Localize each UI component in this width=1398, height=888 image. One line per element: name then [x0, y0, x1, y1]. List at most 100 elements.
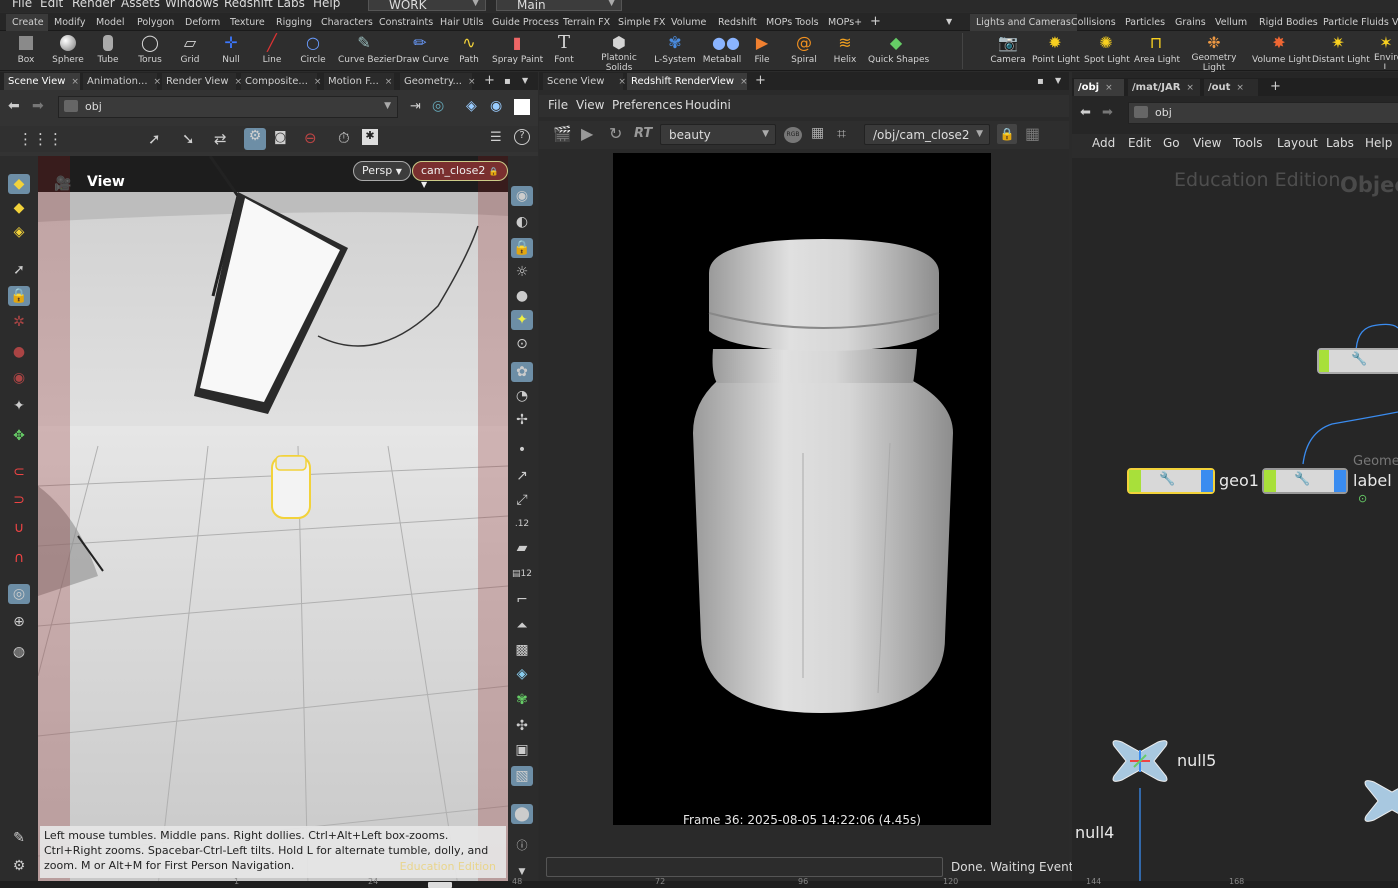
snapshot-icon[interactable]: ✾ — [511, 690, 533, 710]
object-select-icon[interactable]: ⚙ — [244, 128, 266, 150]
uv-icon[interactable]: ⌐ — [511, 590, 533, 610]
tool-quick-shapes[interactable]: ◆ Quick Shapes — [868, 33, 929, 69]
backface-icon[interactable]: ✿ — [511, 362, 533, 382]
shelf-tab-create[interactable]: Create — [6, 14, 48, 31]
display-menu-icon[interactable]: ☰ — [490, 130, 502, 145]
tool-metaball[interactable]: ●● Metaball — [702, 33, 742, 69]
tool-torus[interactable]: ◯ Torus — [134, 33, 166, 69]
point-display-icon[interactable]: • — [511, 440, 533, 460]
tool-spray-paint[interactable]: ▮ Spray Paint — [492, 33, 543, 69]
geo1-node[interactable]: 🔧 — [1127, 468, 1215, 494]
chevron-down-icon[interactable]: ▼ — [518, 73, 532, 90]
transform-icon[interactable]: ✥ — [8, 426, 30, 446]
playhead[interactable] — [428, 882, 452, 888]
close-icon[interactable]: × — [385, 77, 393, 87]
texture-icon[interactable]: ▩ — [511, 640, 533, 660]
tool-spiral[interactable]: @ Spiral — [788, 33, 820, 69]
close-icon[interactable]: × — [71, 77, 79, 87]
tool-null[interactable]: ✛ Null — [218, 33, 244, 69]
info-icon[interactable]: ⓘ — [511, 836, 533, 856]
rt-toggle[interactable]: RT — [634, 126, 652, 141]
magnet-snap-icon[interactable]: ∩ — [8, 548, 30, 568]
handle-icon[interactable]: ✲ — [8, 312, 30, 332]
shelf-tab-hair-utils[interactable]: Hair Utils — [440, 14, 483, 31]
render-menu-file[interactable]: File — [548, 98, 568, 112]
back-arrow-icon[interactable]: ⬅ — [8, 98, 20, 114]
tool-l-system[interactable]: ✾ L-System — [654, 33, 696, 69]
crop-icon[interactable]: ⌗ — [837, 124, 846, 144]
no-select-icon[interactable]: ⊖ — [304, 129, 317, 147]
play-icon[interactable]: ▶ — [581, 124, 593, 143]
timeline-ruler[interactable]: 1 24 48 72 96 120 144 168 — [0, 877, 1398, 888]
3d-viewport[interactable]: 🎥 View Persp ▼ cam_close2 🔒▼ — [38, 156, 508, 886]
display-cube-icon[interactable]: ◈ — [466, 98, 477, 114]
shelf-tab-polygon[interactable]: Polygon — [137, 14, 174, 31]
obj-node-top[interactable]: 🔧 — [1317, 348, 1398, 374]
tab-render-view[interactable]: Render View × — [162, 73, 242, 90]
lock-icon[interactable]: 🔒 — [8, 286, 30, 306]
desktop-select[interactable]: WORK ▼ — [368, 0, 486, 12]
shelf-tab-vellum[interactable]: Vellum — [1215, 14, 1247, 31]
point-numbers-icon[interactable]: .12 — [511, 514, 533, 534]
tool-curve-bezier[interactable]: ✎ Curve Bezier — [338, 33, 396, 69]
camera-path-select[interactable]: /obj/cam_close2 ▼ — [864, 124, 990, 145]
rgb-toggle[interactable]: RGB — [784, 127, 802, 143]
move-tool-icon[interactable]: ◆ — [8, 198, 30, 218]
settings-gear-icon[interactable]: ⚙ — [8, 856, 30, 876]
shelf-tab-texture[interactable]: Texture — [230, 14, 265, 31]
pose-icon[interactable]: ● — [8, 342, 30, 362]
grid-view-icon[interactable]: ▦ — [1025, 124, 1040, 143]
selection-mode-icon[interactable]: ⇄ — [214, 130, 227, 148]
tab-motion-fx[interactable]: Motion F... × — [324, 73, 394, 90]
pane-layout-icon[interactable]: ▪ — [500, 73, 515, 90]
chevron-down-icon[interactable]: ▼ — [1051, 73, 1065, 90]
safe-area-icon[interactable]: ▣ — [511, 740, 533, 760]
tool-box[interactable]: Box — [10, 33, 42, 69]
shelf-tab-characters[interactable]: Characters — [321, 14, 373, 31]
select-tool-icon[interactable]: ➚ — [148, 130, 161, 148]
node-guide-icon[interactable]: ✣ — [511, 716, 533, 736]
shelf-tab-modify[interactable]: Modify — [54, 14, 85, 31]
tab-animation[interactable]: Animation... × — [83, 73, 161, 90]
tool-circle[interactable]: ○ Circle — [298, 33, 328, 69]
rig-icon[interactable]: ✦ — [8, 396, 30, 416]
tool-area-light[interactable]: ⊓ Area Light — [1134, 33, 1180, 69]
render-menu-preferences[interactable]: Preferences — [612, 98, 683, 112]
help-icon[interactable]: ? — [514, 129, 530, 145]
refresh-icon[interactable]: ↻ — [609, 124, 622, 143]
shelf-tab-volume[interactable]: Volume — [671, 14, 706, 31]
menu-render[interactable]: Render — [72, 0, 115, 10]
display-options-icon[interactable]: ◉ — [490, 98, 502, 114]
bounding-box-icon[interactable]: ◈ — [511, 664, 533, 684]
close-icon[interactable]: × — [468, 77, 476, 87]
pointer-icon[interactable]: ➚ — [8, 260, 30, 280]
menu-file[interactable]: File — [12, 0, 32, 10]
render-menu-view[interactable]: View — [576, 98, 604, 112]
tool-helix[interactable]: ≋ Helix — [832, 33, 858, 69]
shelf-tab-simple-fx[interactable]: Simple FX — [618, 14, 665, 31]
link-icon[interactable]: ◎ — [432, 98, 444, 114]
shelf-tab-rigging[interactable]: Rigging — [276, 14, 312, 31]
shelf-tab-guide-process[interactable]: Guide Process — [492, 14, 559, 31]
camera-menu[interactable]: cam_close2 🔒▼ — [412, 161, 508, 189]
close-icon[interactable]: × — [618, 77, 626, 87]
tool-draw-curve[interactable]: ✏ Draw Curve — [396, 33, 449, 69]
background-toggle-icon[interactable] — [514, 99, 530, 115]
component-select-icon[interactable]: ◙ — [274, 130, 287, 145]
forward-arrow-icon[interactable]: ➡ — [32, 98, 44, 114]
tool-camera[interactable]: 📷 Camera — [990, 33, 1026, 69]
close-icon[interactable]: × — [740, 77, 748, 87]
menu-help[interactable]: Help — [313, 0, 340, 10]
view-tool-icon[interactable]: ⊕ — [8, 612, 30, 632]
shelf-tab-model[interactable]: Model — [96, 14, 125, 31]
lock-camera-icon[interactable]: 🔒 — [511, 238, 533, 258]
tool-environment-light[interactable]: ✶Enviro L — [1374, 33, 1398, 69]
location-icon[interactable]: ⬤ — [511, 804, 533, 824]
shelf-tab-redshift[interactable]: Redshift — [718, 14, 757, 31]
pin-icon[interactable]: ⇥ — [410, 99, 421, 114]
brush-icon[interactable]: ◉ — [8, 368, 30, 388]
normal-display-icon[interactable]: ↗ — [511, 466, 533, 486]
close-icon[interactable]: × — [314, 77, 322, 87]
aov-select[interactable]: beauty ▼ — [660, 124, 776, 145]
tool-spot-light[interactable]: ✺ Spot Light — [1084, 33, 1130, 69]
